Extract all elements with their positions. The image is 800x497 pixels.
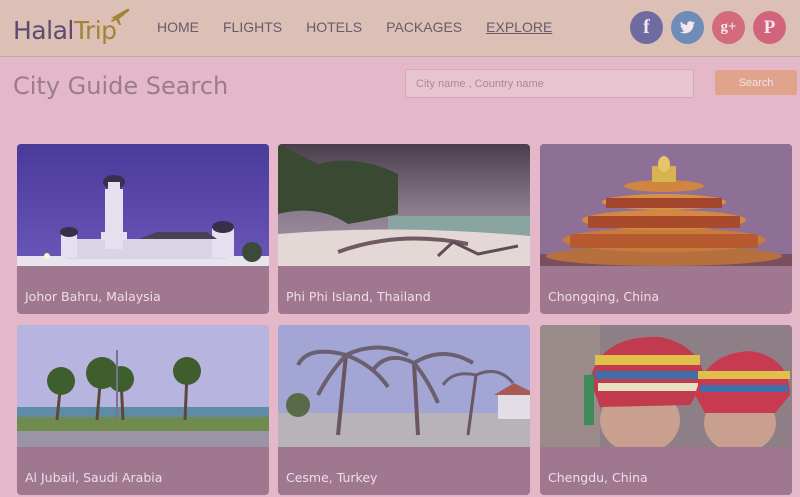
city-image-phi-phi-island bbox=[278, 144, 530, 266]
nav-home[interactable]: HOME bbox=[157, 19, 199, 35]
twitter-icon bbox=[671, 11, 704, 44]
search-button[interactable]: Search bbox=[715, 70, 797, 95]
city-label: Al Jubail, Saudi Arabia bbox=[25, 470, 163, 485]
page-title: City Guide Search bbox=[13, 72, 229, 100]
city-label: Cesme, Turkey bbox=[286, 470, 378, 485]
pinterest-button[interactable]: P bbox=[753, 11, 786, 44]
facebook-button[interactable]: f bbox=[630, 11, 663, 44]
city-image-al-jubail bbox=[17, 325, 269, 447]
city-label: Chongqing, China bbox=[548, 289, 660, 304]
city-label: Phi Phi Island, Thailand bbox=[286, 289, 431, 304]
city-image-chengdu bbox=[540, 325, 792, 447]
city-label: Chengdu, China bbox=[548, 470, 648, 485]
google-plus-button[interactable]: g+ bbox=[712, 11, 745, 44]
city-card-chongqing[interactable]: Chongqing, China bbox=[540, 144, 792, 314]
pinterest-icon: P bbox=[763, 17, 776, 38]
nav-hotels[interactable]: HOTELS bbox=[306, 19, 362, 35]
city-card-al-jubail[interactable]: Al Jubail, Saudi Arabia bbox=[17, 325, 269, 495]
nav-explore[interactable]: EXPLORE bbox=[486, 19, 552, 35]
city-image-cesme bbox=[278, 325, 530, 447]
nav-flights[interactable]: FLIGHTS bbox=[223, 19, 282, 35]
city-card-cesme[interactable]: Cesme, Turkey bbox=[278, 325, 530, 495]
main-nav: HOME FLIGHTS HOTELS PACKAGES EXPLORE bbox=[157, 19, 576, 35]
city-label: Johor Bahru, Malaysia bbox=[25, 289, 161, 304]
city-search-input[interactable] bbox=[405, 69, 694, 98]
plane-icon bbox=[111, 8, 130, 25]
city-card-phi-phi-island[interactable]: Phi Phi Island, Thailand bbox=[278, 144, 530, 314]
twitter-button[interactable] bbox=[671, 11, 704, 44]
site-header: HalalTrip HOME FLIGHTS HOTELS PACKAGES E… bbox=[0, 0, 800, 57]
city-image-johor-bahru bbox=[17, 144, 269, 266]
facebook-icon: f bbox=[643, 16, 650, 38]
city-card-johor-bahru[interactable]: Johor Bahru, Malaysia bbox=[17, 144, 269, 314]
city-image-chongqing bbox=[540, 144, 792, 266]
nav-packages[interactable]: PACKAGES bbox=[386, 19, 462, 35]
logo-text-halal: Halal bbox=[13, 16, 74, 45]
city-card-chengdu[interactable]: Chengdu, China bbox=[540, 325, 792, 495]
google-plus-icon: g+ bbox=[720, 19, 737, 35]
